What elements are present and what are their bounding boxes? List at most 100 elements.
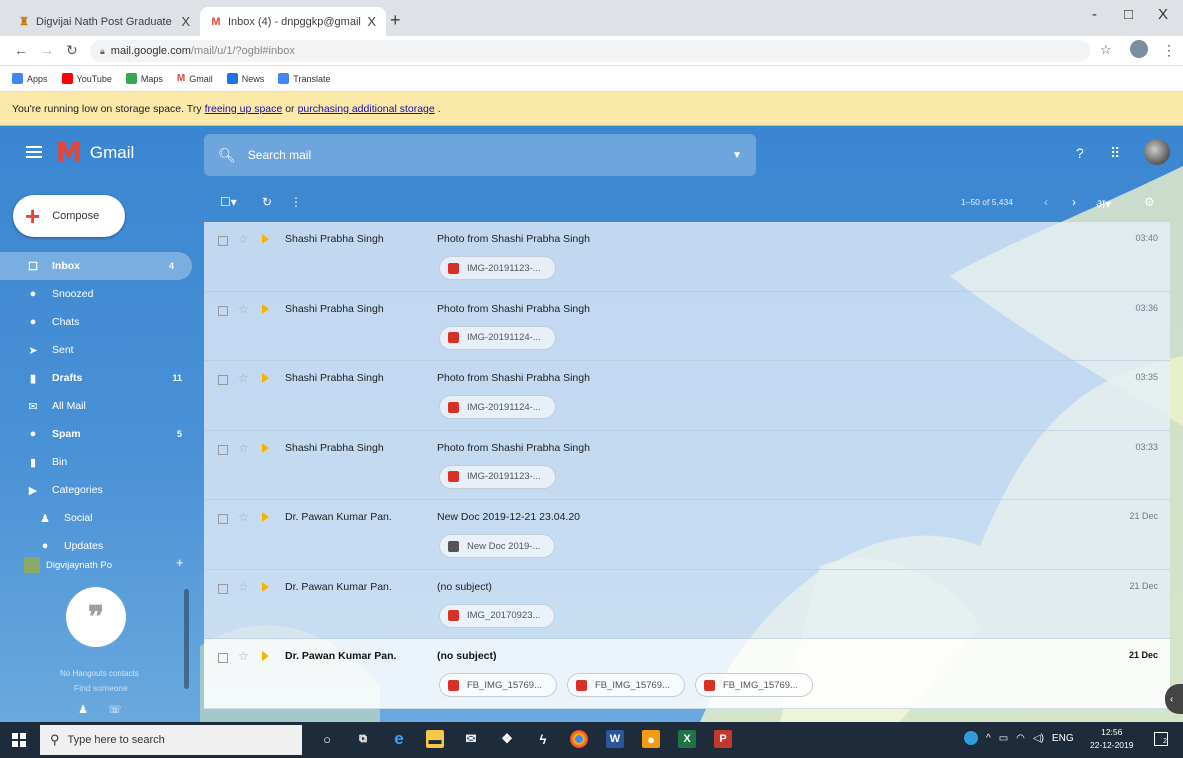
star-icon[interactable]: ☆ (238, 649, 249, 663)
address-bar[interactable]: 🔒︎ mail.google.com /mail/u/1/?ogbl#inbox (90, 40, 1090, 62)
search-input[interactable]: Search mail (248, 148, 311, 162)
back-icon[interactable]: ← (14, 42, 28, 58)
notification-center-icon[interactable]: 2 (1154, 732, 1168, 746)
previous-page-icon[interactable]: ‹ (1044, 195, 1048, 209)
find-someone-link[interactable]: Find someone (74, 683, 128, 693)
tab-close-icon[interactable]: X (181, 14, 190, 29)
attachment-chip[interactable]: FB_IMG_15769... (439, 673, 557, 697)
apps-grid-icon[interactable]: ⠿ (1110, 145, 1120, 162)
windows-start-icon[interactable] (12, 733, 26, 747)
star-icon[interactable]: ☆ (238, 510, 249, 524)
email-row[interactable]: ☆ Dr. Pawan Kumar Pan. New Doc 2019-12-2… (204, 500, 1170, 570)
sidebar-item-snoozed[interactable]: ● Snoozed (0, 280, 200, 308)
next-page-icon[interactable]: › (1072, 195, 1076, 209)
sidebar-item-bin[interactable]: ▮ Bin (0, 448, 200, 476)
new-tab-button[interactable]: + (390, 10, 401, 31)
important-marker-icon[interactable] (262, 373, 269, 383)
search-options-icon[interactable]: ▼ (732, 150, 742, 161)
important-marker-icon[interactable] (262, 581, 269, 592)
sidebar-item-spam[interactable]: ● Spam 5 (0, 420, 200, 448)
purchase-storage-link[interactable]: purchasing additional storage (298, 103, 435, 115)
browser-tab-college[interactable]: ♜ Digvijai Nath Post Graduate Coll X (8, 7, 200, 36)
important-marker-icon[interactable] (262, 512, 269, 522)
refresh-icon[interactable]: ↻ (262, 195, 272, 209)
browser-tab-inbox[interactable]: M Inbox (4) - dnpggkp@gmail.com X (200, 7, 386, 36)
bookmark-gmail[interactable]: M Gmail (177, 73, 213, 84)
row-checkbox[interactable] (218, 514, 228, 524)
star-icon[interactable]: ☆ (238, 302, 249, 316)
volume-icon[interactable]: ◁) (1033, 733, 1044, 744)
email-row[interactable]: ☆ Shashi Prabha Singh Photo from Shashi … (204, 430, 1170, 500)
minimize-button[interactable]: - (1092, 6, 1097, 23)
sidebar-item-drafts[interactable]: ▮ Drafts 11 (0, 364, 200, 392)
file-explorer-icon[interactable]: ▬ (426, 730, 444, 748)
contacts-icon[interactable]: ♟ (78, 703, 88, 716)
orange-app-icon[interactable]: ● (642, 730, 660, 748)
main-menu-icon[interactable] (26, 146, 42, 158)
sidebar-item-all-mail[interactable]: ✉ All Mail (0, 392, 200, 420)
row-checkbox[interactable] (218, 375, 228, 385)
email-row[interactable]: ☆ Dr. Pawan Kumar Pan. (no subject) 21 D… (204, 569, 1170, 639)
attachment-chip[interactable]: IMG_20170923... (439, 603, 556, 628)
maximize-button[interactable]: □ (1124, 6, 1133, 23)
pdf-app-icon[interactable]: P (714, 730, 732, 748)
sidebar-item-sent[interactable]: ➤ Sent (0, 336, 200, 364)
browser-menu-icon[interactable]: ⋮ (1162, 42, 1176, 59)
bookmark-star-icon[interactable]: ☆ (1100, 42, 1112, 58)
profile-avatar[interactable] (1130, 40, 1148, 58)
important-marker-icon[interactable] (262, 234, 269, 244)
attachment-chip[interactable]: FB_IMG_15769... (694, 673, 813, 697)
language-indicator[interactable]: ENG (1052, 733, 1074, 744)
cortana-icon[interactable]: ○ (318, 730, 336, 748)
winamp-icon[interactable]: ϟ (534, 730, 552, 748)
help-tray-icon[interactable] (964, 731, 978, 745)
dropbox-icon[interactable]: ❖ (498, 730, 516, 748)
row-checkbox[interactable] (218, 444, 228, 455)
side-panel-toggle-icon[interactable]: ‹ (1165, 684, 1183, 714)
email-row-unread[interactable]: ☆ Dr. Pawan Kumar Pan. (no subject) 21 D… (204, 639, 1170, 709)
important-marker-icon[interactable] (262, 303, 269, 314)
excel-icon[interactable]: X (678, 730, 696, 748)
search-icon[interactable]: 🔍︎ (218, 147, 236, 164)
star-icon[interactable]: ☆ (238, 371, 249, 385)
close-window-button[interactable]: X (1158, 6, 1168, 23)
battery-icon[interactable]: ▭ (999, 733, 1008, 744)
select-all-checkbox[interactable]: ☐▾ (220, 195, 237, 209)
phone-icon[interactable]: ☏ (108, 703, 122, 716)
attachment-chip[interactable]: IMG-20191124-... (439, 325, 556, 350)
hangouts-user[interactable]: Digvijaynath Po (24, 557, 112, 573)
network-icon[interactable]: ◠ (1016, 733, 1025, 744)
taskbar-search-box[interactable]: ⚲ Type here to search (40, 725, 302, 755)
row-checkbox[interactable] (218, 653, 228, 663)
word-icon[interactable]: W (606, 730, 624, 748)
bookmark-maps[interactable]: Maps (125, 73, 163, 84)
row-checkbox[interactable] (218, 583, 228, 594)
sidebar-item-chats[interactable]: ● Chats (0, 308, 200, 336)
internet-explorer-icon[interactable]: e (390, 729, 408, 748)
bookmark-youtube[interactable]: YouTube (61, 73, 112, 84)
important-marker-icon[interactable] (262, 651, 269, 661)
search-bar[interactable]: 🔍︎ Search mail ▼ (204, 134, 756, 176)
bookmark-apps[interactable]: Apps (12, 73, 48, 84)
input-language-icon[interactable]: अ▾ (1096, 195, 1111, 212)
email-row[interactable]: ☆ Shashi Prabha Singh Photo from Shashi … (204, 222, 1170, 292)
attachment-chip[interactable]: IMG-20191123-... (439, 464, 556, 489)
star-icon[interactable]: ☆ (238, 580, 249, 594)
account-avatar[interactable] (1144, 139, 1170, 165)
sidebar-item-social[interactable]: ♟ Social (0, 504, 200, 532)
mail-app-icon[interactable]: ✉ (462, 730, 480, 748)
sidebar-item-categories[interactable]: ▶ Categories (0, 476, 200, 504)
important-marker-icon[interactable] (262, 442, 269, 453)
reload-icon[interactable]: ↻ (66, 42, 78, 59)
tab-close-icon[interactable]: X (367, 14, 376, 29)
forward-icon[interactable]: → (40, 42, 54, 58)
taskbar-clock[interactable]: 12:56 22-12-2019 (1090, 726, 1133, 752)
attachment-chip[interactable]: New Doc 2019-... (439, 534, 556, 558)
attachment-chip[interactable]: IMG-20191124-... (439, 395, 556, 419)
free-up-space-link[interactable]: freeing up space (205, 103, 283, 115)
gmail-logo[interactable]: M Gmail (56, 140, 134, 166)
row-checkbox[interactable] (218, 305, 228, 316)
sidebar-item-inbox[interactable]: ☐ Inbox 4 (0, 252, 192, 280)
email-row[interactable]: ☆ Shashi Prabha Singh Photo from Shashi … (204, 361, 1170, 431)
hangouts-scrollbar[interactable] (184, 589, 189, 689)
